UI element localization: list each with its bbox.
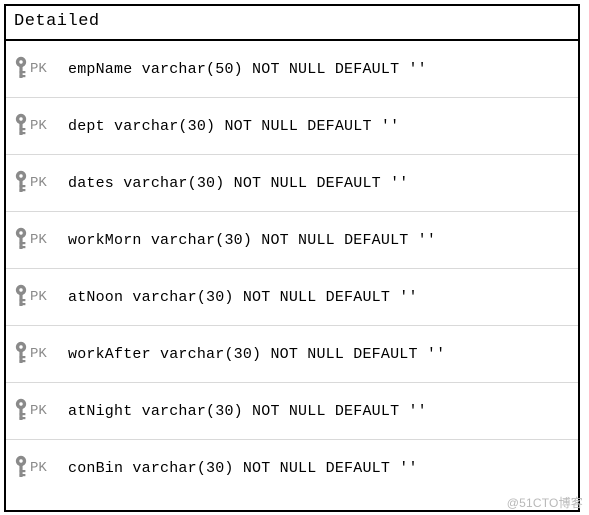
pk-label: PK: [30, 289, 58, 305]
column-row: PK atNoon varchar(30) NOT NULL DEFAULT '…: [6, 269, 578, 326]
column-definition: workAfter varchar(30) NOT NULL DEFAULT '…: [68, 346, 445, 363]
column-row: PK workMorn varchar(30) NOT NULL DEFAULT…: [6, 212, 578, 269]
column-row: PK dept varchar(30) NOT NULL DEFAULT '': [6, 98, 578, 155]
watermark: @51CTO博客: [507, 494, 583, 511]
pk-label: PK: [30, 346, 58, 362]
pk-label: PK: [30, 118, 58, 134]
columns-list: PK empName varchar(50) NOT NULL DEFAULT …: [6, 41, 578, 496]
column-definition: dept varchar(30) NOT NULL DEFAULT '': [68, 118, 399, 135]
column-definition: atNight varchar(30) NOT NULL DEFAULT '': [68, 403, 427, 420]
column-row: PK conBin varchar(30) NOT NULL DEFAULT '…: [6, 440, 578, 496]
pk-label: PK: [30, 403, 58, 419]
column-row: PK workAfter varchar(30) NOT NULL DEFAUL…: [6, 326, 578, 383]
pk-label: PK: [30, 232, 58, 248]
table-title: Detailed: [6, 6, 578, 41]
column-definition: dates varchar(30) NOT NULL DEFAULT '': [68, 175, 408, 192]
table-frame: Detailed PK empName varchar(50) NOT NULL…: [4, 4, 580, 512]
pk-label: PK: [30, 460, 58, 476]
primary-key-icon: [12, 283, 30, 311]
primary-key-icon: [12, 454, 30, 482]
primary-key-icon: [12, 226, 30, 254]
column-row: PK empName varchar(50) NOT NULL DEFAULT …: [6, 41, 578, 98]
primary-key-icon: [12, 397, 30, 425]
pk-label: PK: [30, 175, 58, 191]
column-row: PK dates varchar(30) NOT NULL DEFAULT '': [6, 155, 578, 212]
pk-label: PK: [30, 61, 58, 77]
column-definition: conBin varchar(30) NOT NULL DEFAULT '': [68, 460, 418, 477]
column-definition: atNoon varchar(30) NOT NULL DEFAULT '': [68, 289, 418, 306]
primary-key-icon: [12, 112, 30, 140]
column-definition: workMorn varchar(30) NOT NULL DEFAULT '': [68, 232, 436, 249]
primary-key-icon: [12, 169, 30, 197]
primary-key-icon: [12, 340, 30, 368]
column-definition: empName varchar(50) NOT NULL DEFAULT '': [68, 61, 427, 78]
primary-key-icon: [12, 55, 30, 83]
column-row: PK atNight varchar(30) NOT NULL DEFAULT …: [6, 383, 578, 440]
